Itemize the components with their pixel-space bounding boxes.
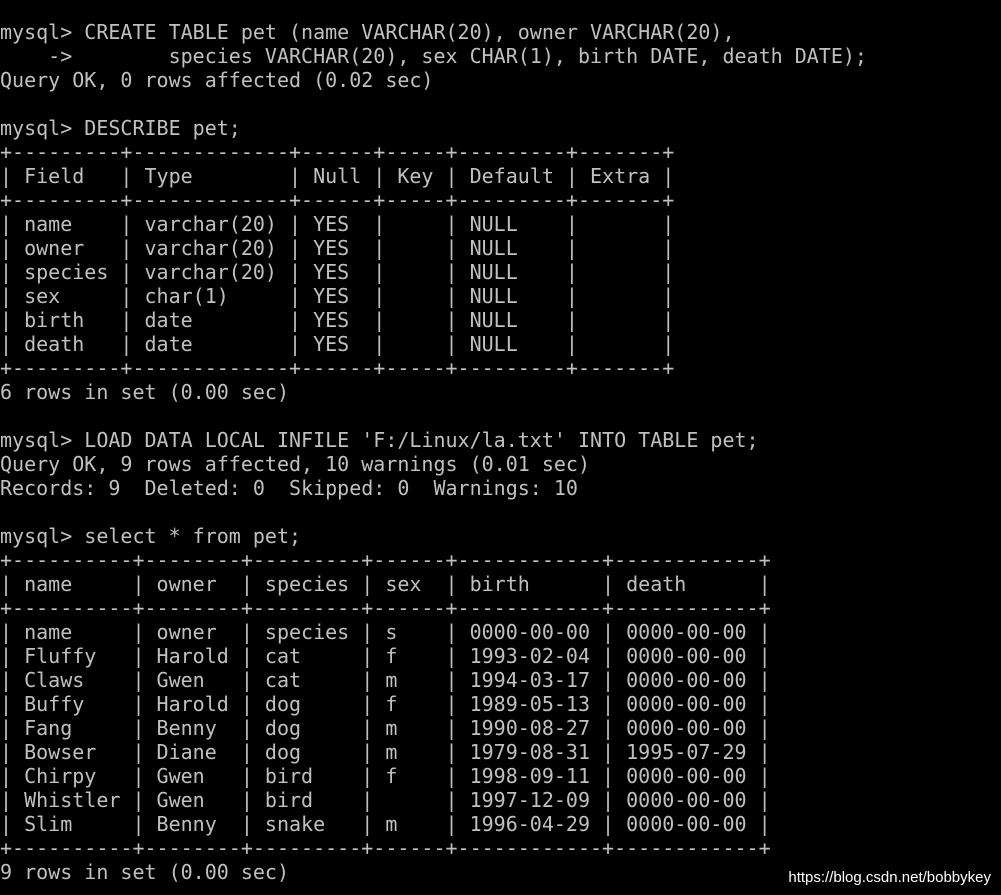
- table-header: | Field | Type | Null | Key | Default | …: [0, 164, 675, 188]
- prompt-select: mysql> select * from pet;: [0, 524, 302, 548]
- table-row: | name | varchar(20) | YES | | NULL | |: [0, 212, 675, 236]
- table-border: +----------+--------+---------+------+--…: [0, 596, 771, 620]
- table-row: | Fang | Benny | dog | m | 1990-08-27 | …: [0, 716, 771, 740]
- prompt-continuation: -> species VARCHAR(20), sex CHAR(1), bir…: [0, 44, 867, 68]
- table-row: | sex | char(1) | YES | | NULL | |: [0, 284, 675, 308]
- table-border: +---------+-------------+------+-----+--…: [0, 140, 675, 164]
- table-header: | name | owner | species | sex | birth |…: [0, 572, 771, 596]
- query-result: Records: 9 Deleted: 0 Skipped: 0 Warning…: [0, 476, 578, 500]
- table-row: | Fluffy | Harold | cat | f | 1993-02-04…: [0, 644, 771, 668]
- watermark-url: https://blog.csdn.net/bobbykey: [788, 869, 991, 886]
- prompt-describe: mysql> DESCRIBE pet;: [0, 116, 241, 140]
- table-row: | owner | varchar(20) | YES | | NULL | |: [0, 236, 675, 260]
- table-border: +---------+-------------+------+-----+--…: [0, 188, 675, 212]
- table-row: | name | owner | species | s | 0000-00-0…: [0, 620, 771, 644]
- terminal-output[interactable]: mysql> CREATE TABLE pet (name VARCHAR(20…: [0, 20, 1001, 884]
- table-row: | Slim | Benny | snake | m | 1996-04-29 …: [0, 812, 771, 836]
- table-row: | Chirpy | Gwen | bird | f | 1998-09-11 …: [0, 764, 771, 788]
- table-row: | birth | date | YES | | NULL | |: [0, 308, 675, 332]
- table-row: | Bowser | Diane | dog | m | 1979-08-31 …: [0, 740, 771, 764]
- table-row: | Buffy | Harold | dog | f | 1989-05-13 …: [0, 692, 771, 716]
- table-row: | Whistler | Gwen | bird | | 1997-12-09 …: [0, 788, 771, 812]
- query-result: Query OK, 0 rows affected (0.02 sec): [0, 68, 434, 92]
- table-row: | Claws | Gwen | cat | m | 1994-03-17 | …: [0, 668, 771, 692]
- query-result: Query OK, 9 rows affected, 10 warnings (…: [0, 452, 591, 476]
- prompt-create-table: mysql> CREATE TABLE pet (name VARCHAR(20…: [0, 20, 735, 44]
- query-result: 6 rows in set (0.00 sec): [0, 380, 289, 404]
- prompt-load-data: mysql> LOAD DATA LOCAL INFILE 'F:/Linux/…: [0, 428, 759, 452]
- table-border: +----------+--------+---------+------+--…: [0, 836, 771, 860]
- table-row: | death | date | YES | | NULL | |: [0, 332, 675, 356]
- table-row: | species | varchar(20) | YES | | NULL |…: [0, 260, 675, 284]
- table-border: +----------+--------+---------+------+--…: [0, 548, 771, 572]
- table-border: +---------+-------------+------+-----+--…: [0, 356, 675, 380]
